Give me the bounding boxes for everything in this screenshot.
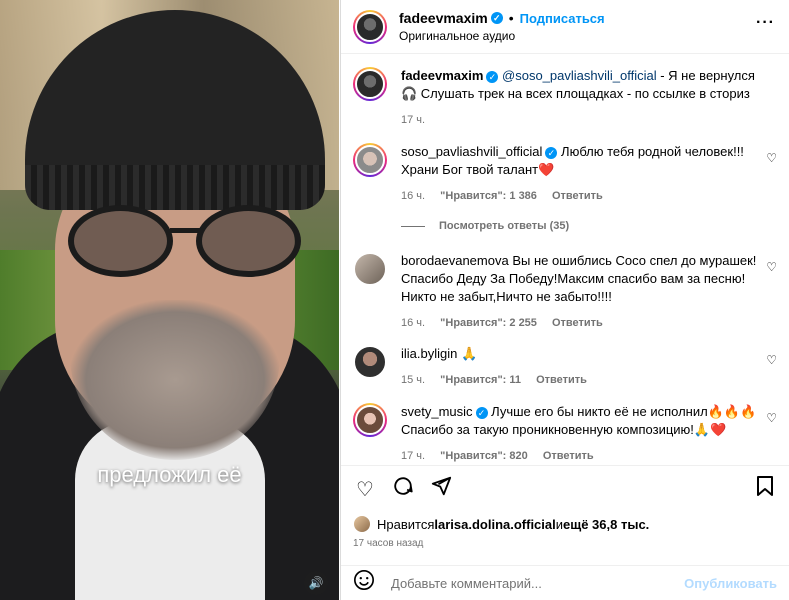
reply-button[interactable]: Ответить — [552, 317, 603, 329]
avatar[interactable] — [353, 403, 387, 437]
speaker-icon[interactable]: 🔊 — [304, 571, 328, 595]
heart-icon[interactable]: ♡ — [766, 260, 777, 274]
post-actions: ♡ Нравится larisa.dolina.official и ещё … — [341, 465, 789, 575]
likes-user-link[interactable]: larisa.dolina.official — [434, 517, 555, 532]
likes-and: и — [555, 516, 564, 532]
comment-bubble-icon[interactable] — [391, 475, 415, 503]
comment-time[interactable]: 16 ч. — [401, 190, 425, 202]
comment-text-line2: Спасибо за такую проникновенную композиц… — [401, 422, 727, 437]
avatar[interactable] — [353, 345, 387, 379]
heart-icon[interactable]: ♡ — [766, 151, 777, 165]
ellipsis-icon[interactable]: ··· — [756, 14, 775, 32]
comment-time[interactable]: 15 ч. — [401, 374, 425, 386]
comment-likes[interactable]: "Нравится": 1 386 — [440, 190, 537, 202]
view-replies-label[interactable]: Посмотреть ответы (35) — [439, 220, 569, 232]
sunglasses-left-lens — [68, 205, 173, 277]
caption-mention-link[interactable]: @soso_pavliashvili_official — [502, 68, 657, 83]
separator-dot: • — [508, 10, 514, 26]
verified-badge-icon: ✓ — [490, 12, 503, 24]
post-time-ago[interactable]: 17 часов назад — [353, 538, 777, 549]
comment-time[interactable]: 17 ч. — [401, 450, 425, 462]
video-subtitle: предложил её — [97, 462, 242, 487]
post-author-username[interactable]: fadeevmaxim — [399, 10, 488, 26]
comment-item: soso_pavliashvili_official ✓ Люблю тебя р… — [353, 143, 777, 205]
comment-username[interactable]: ilia.byligin — [401, 346, 457, 361]
post-side-panel: fadeevmaxim ✓ • Подписаться Оригинальное… — [340, 0, 789, 600]
heart-icon[interactable]: ♡ — [353, 477, 377, 502]
reply-button[interactable]: Ответить — [536, 374, 587, 386]
likes-prefix: Нравится — [377, 516, 435, 532]
comment-text: Лучше его бы никто её не исполнил🔥🔥🔥 — [491, 404, 757, 419]
post-caption: fadeevmaxim ✓ @soso_pavliashvili_official… — [353, 67, 777, 129]
avatar[interactable] — [353, 252, 387, 286]
paper-plane-icon[interactable] — [429, 475, 453, 503]
comment-username[interactable]: svety_music — [401, 404, 473, 419]
view-replies-button[interactable]: Посмотреть ответы (35) — [401, 220, 569, 232]
bookmark-icon[interactable] — [753, 475, 777, 503]
comment-text-line2: Спасибо Деду За Победу!Максим спасибо ва… — [401, 271, 746, 286]
smiley-icon[interactable] — [353, 569, 379, 597]
add-comment-bar: Опубликовать — [341, 565, 789, 600]
post-header: fadeevmaxim ✓ • Подписаться Оригинальное… — [341, 0, 789, 54]
comment-likes[interactable]: "Нравится": 2 255 — [440, 317, 537, 329]
comment-text: Люблю тебя родной человек!!! — [561, 144, 744, 159]
comments-list[interactable]: fadeevmaxim ✓ @soso_pavliashvili_official… — [341, 55, 789, 465]
comment-username[interactable]: borodaevanemova — [401, 253, 509, 268]
comment-text: 🙏 — [461, 346, 478, 361]
likes-count[interactable]: ещё 36,8 тыс. — [563, 517, 649, 532]
comment-text-line3: Никто не забыт,Ничто не забыто!!!! — [401, 289, 612, 304]
reply-button[interactable]: Ответить — [552, 190, 603, 202]
sunglasses-right-lens — [196, 205, 301, 277]
avatar[interactable] — [353, 67, 387, 101]
post-media[interactable]: предложил её 🔊 — [0, 0, 339, 600]
follow-button[interactable]: Подписаться — [520, 11, 605, 26]
publish-button[interactable]: Опубликовать — [684, 576, 777, 591]
comment-item: ilia.byligin 🙏 15 ч. "Нравится": 11 Отве… — [353, 345, 777, 389]
caption-text: - Я не вернулся — [656, 68, 755, 83]
reply-button[interactable]: Ответить — [543, 450, 594, 462]
verified-badge-icon: ✓ — [545, 147, 558, 159]
verified-badge-icon: ✓ — [475, 407, 488, 419]
audio-label[interactable]: Оригинальное аудио — [399, 29, 605, 43]
caption-time[interactable]: 17 ч. — [401, 114, 425, 126]
comment-time[interactable]: 16 ч. — [401, 317, 425, 329]
divider — [401, 225, 425, 227]
heart-icon[interactable]: ♡ — [766, 353, 777, 367]
heart-icon[interactable]: ♡ — [766, 411, 777, 425]
comment-username[interactable]: soso_pavliashvili_official — [401, 144, 542, 159]
comment-item: svety_music ✓ Лучше его бы никто её не ис… — [353, 403, 777, 465]
avatar — [353, 515, 371, 533]
verified-badge-icon: ✓ — [486, 71, 499, 83]
comment-input[interactable] — [391, 575, 685, 591]
avatar[interactable] — [353, 9, 387, 44]
likes-summary[interactable]: Нравится larisa.dolina.official и ещё 36… — [353, 515, 777, 533]
caption-text-line2: 🎧 Слушать трек на всех площадках - по сс… — [401, 86, 750, 101]
sunglasses-bridge — [170, 228, 200, 233]
comment-item: borodaevanemova Вы не ошиблись Сосо спел… — [353, 252, 777, 332]
comment-likes[interactable]: "Нравится": 820 — [440, 450, 528, 462]
caption-username[interactable]: fadeevmaxim — [401, 68, 483, 83]
comment-text: Вы не ошиблись Сосо спел до мурашек! — [512, 253, 757, 268]
comment-likes[interactable]: "Нравится": 11 — [440, 374, 521, 386]
comment-text-line2: Храни Бог твой талант❤️ — [401, 162, 555, 177]
avatar[interactable] — [353, 143, 387, 177]
